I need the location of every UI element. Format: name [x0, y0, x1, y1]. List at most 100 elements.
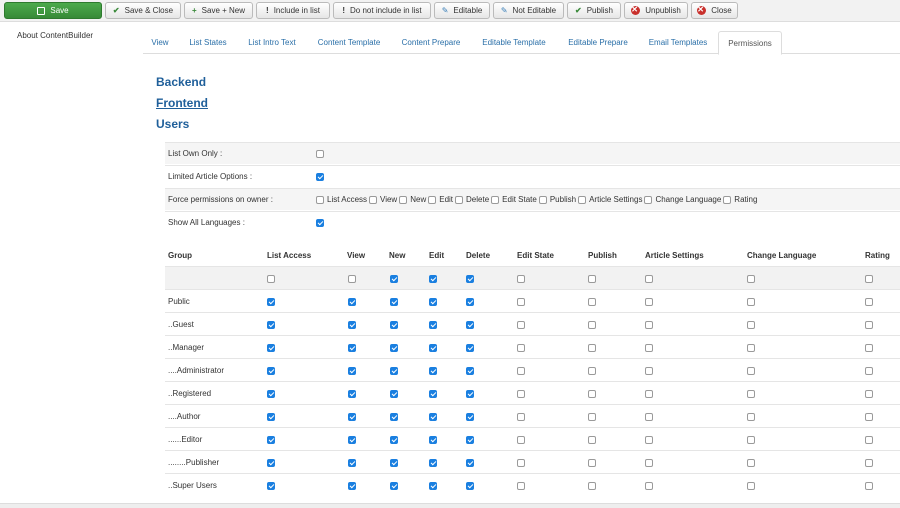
- rating-checkbox[interactable]: [865, 344, 873, 352]
- edit-checkbox[interactable]: [429, 436, 437, 444]
- new-checkbox[interactable]: [390, 275, 398, 283]
- view-checkbox[interactable]: [348, 275, 356, 283]
- close-button[interactable]: ✕ Close: [691, 2, 738, 19]
- view-checkbox[interactable]: [348, 390, 356, 398]
- force-publish-checkbox[interactable]: [538, 195, 547, 204]
- edit-checkbox[interactable]: [429, 321, 437, 329]
- change-language-checkbox[interactable]: [747, 275, 755, 283]
- view-checkbox[interactable]: [348, 436, 356, 444]
- rating-checkbox[interactable]: [865, 390, 873, 398]
- view-checkbox[interactable]: [348, 344, 356, 352]
- article-settings-checkbox[interactable]: [645, 413, 653, 421]
- new-checkbox[interactable]: [390, 321, 398, 329]
- edit-state-checkbox[interactable]: [517, 298, 525, 306]
- change-language-checkbox[interactable]: [747, 390, 755, 398]
- rating-checkbox[interactable]: [865, 482, 873, 490]
- frontend-heading[interactable]: Frontend: [156, 96, 208, 110]
- new-checkbox[interactable]: [390, 390, 398, 398]
- change-language-checkbox[interactable]: [747, 459, 755, 467]
- tab-content-template[interactable]: Content Template: [311, 31, 387, 54]
- rating-checkbox[interactable]: [865, 275, 873, 283]
- new-checkbox[interactable]: [390, 344, 398, 352]
- new-checkbox[interactable]: [390, 459, 398, 467]
- publish-checkbox[interactable]: [588, 459, 596, 467]
- view-checkbox[interactable]: [348, 413, 356, 421]
- edit-state-checkbox[interactable]: [517, 459, 525, 467]
- new-checkbox[interactable]: [390, 482, 398, 490]
- rating-checkbox[interactable]: [865, 298, 873, 306]
- edit-checkbox[interactable]: [429, 344, 437, 352]
- unpublish-button[interactable]: ✕ Unpublish: [624, 2, 688, 19]
- article-settings-checkbox[interactable]: [645, 275, 653, 283]
- rating-checkbox[interactable]: [865, 413, 873, 421]
- force-change-language-checkbox[interactable]: [644, 195, 653, 204]
- not-editable-button[interactable]: ✎ Not Editable: [493, 2, 564, 19]
- publish-button[interactable]: ✔ Publish: [567, 2, 621, 19]
- list-access-checkbox[interactable]: [267, 367, 275, 375]
- tab-list-states[interactable]: List States: [183, 31, 233, 54]
- force-article-settings-checkbox[interactable]: [578, 195, 587, 204]
- edit-state-checkbox[interactable]: [517, 344, 525, 352]
- rating-checkbox[interactable]: [865, 367, 873, 375]
- delete-checkbox[interactable]: [466, 482, 474, 490]
- rating-checkbox[interactable]: [865, 321, 873, 329]
- tab-editable-prepare[interactable]: Editable Prepare: [561, 31, 635, 54]
- tab-permissions[interactable]: Permissions: [718, 31, 782, 55]
- list-access-checkbox[interactable]: [267, 413, 275, 421]
- publish-checkbox[interactable]: [588, 321, 596, 329]
- change-language-checkbox[interactable]: [747, 482, 755, 490]
- tab-content-prepare[interactable]: Content Prepare: [395, 31, 467, 54]
- list-own-only-checkbox[interactable]: [316, 149, 324, 158]
- tab-editable-template[interactable]: Editable Template: [475, 31, 553, 54]
- article-settings-checkbox[interactable]: [645, 390, 653, 398]
- publish-checkbox[interactable]: [588, 482, 596, 490]
- edit-state-checkbox[interactable]: [517, 413, 525, 421]
- rating-checkbox[interactable]: [865, 436, 873, 444]
- tab-view[interactable]: View: [145, 31, 175, 54]
- article-settings-checkbox[interactable]: [645, 482, 653, 490]
- edit-state-checkbox[interactable]: [517, 390, 525, 398]
- force-edit-checkbox[interactable]: [428, 195, 437, 204]
- include-in-list-button[interactable]: ! Include in list: [256, 2, 330, 19]
- edit-checkbox[interactable]: [429, 390, 437, 398]
- force-rating-checkbox[interactable]: [723, 195, 732, 204]
- delete-checkbox[interactable]: [466, 413, 474, 421]
- change-language-checkbox[interactable]: [747, 321, 755, 329]
- change-language-checkbox[interactable]: [747, 367, 755, 375]
- edit-state-checkbox[interactable]: [517, 436, 525, 444]
- publish-checkbox[interactable]: [588, 367, 596, 375]
- article-settings-checkbox[interactable]: [645, 298, 653, 306]
- edit-checkbox[interactable]: [429, 413, 437, 421]
- edit-checkbox[interactable]: [429, 298, 437, 306]
- users-heading[interactable]: Users: [156, 117, 189, 131]
- article-settings-checkbox[interactable]: [645, 367, 653, 375]
- new-checkbox[interactable]: [390, 413, 398, 421]
- delete-checkbox[interactable]: [466, 344, 474, 352]
- tab-list-intro-text[interactable]: List Intro Text: [241, 31, 303, 54]
- list-access-checkbox[interactable]: [267, 482, 275, 490]
- delete-checkbox[interactable]: [466, 459, 474, 467]
- edit-checkbox[interactable]: [429, 367, 437, 375]
- tab-email-templates[interactable]: Email Templates: [643, 31, 713, 54]
- delete-checkbox[interactable]: [466, 367, 474, 375]
- article-settings-checkbox[interactable]: [645, 436, 653, 444]
- about-contentbuilder-link[interactable]: About ContentBuilder: [17, 31, 93, 40]
- publish-checkbox[interactable]: [588, 344, 596, 352]
- force-delete-checkbox[interactable]: [455, 195, 464, 204]
- list-access-checkbox[interactable]: [267, 275, 275, 283]
- view-checkbox[interactable]: [348, 298, 356, 306]
- view-checkbox[interactable]: [348, 367, 356, 375]
- limited-article-options-checkbox[interactable]: [316, 172, 324, 181]
- change-language-checkbox[interactable]: [747, 413, 755, 421]
- delete-checkbox[interactable]: [466, 275, 474, 283]
- publish-checkbox[interactable]: [588, 298, 596, 306]
- view-checkbox[interactable]: [348, 321, 356, 329]
- force-view-checkbox[interactable]: [369, 195, 378, 204]
- edit-state-checkbox[interactable]: [517, 482, 525, 490]
- edit-checkbox[interactable]: [429, 482, 437, 490]
- edit-checkbox[interactable]: [429, 459, 437, 467]
- save-new-button[interactable]: + Save + New: [184, 2, 253, 19]
- article-settings-checkbox[interactable]: [645, 321, 653, 329]
- force-new-checkbox[interactable]: [399, 195, 408, 204]
- rating-checkbox[interactable]: [865, 459, 873, 467]
